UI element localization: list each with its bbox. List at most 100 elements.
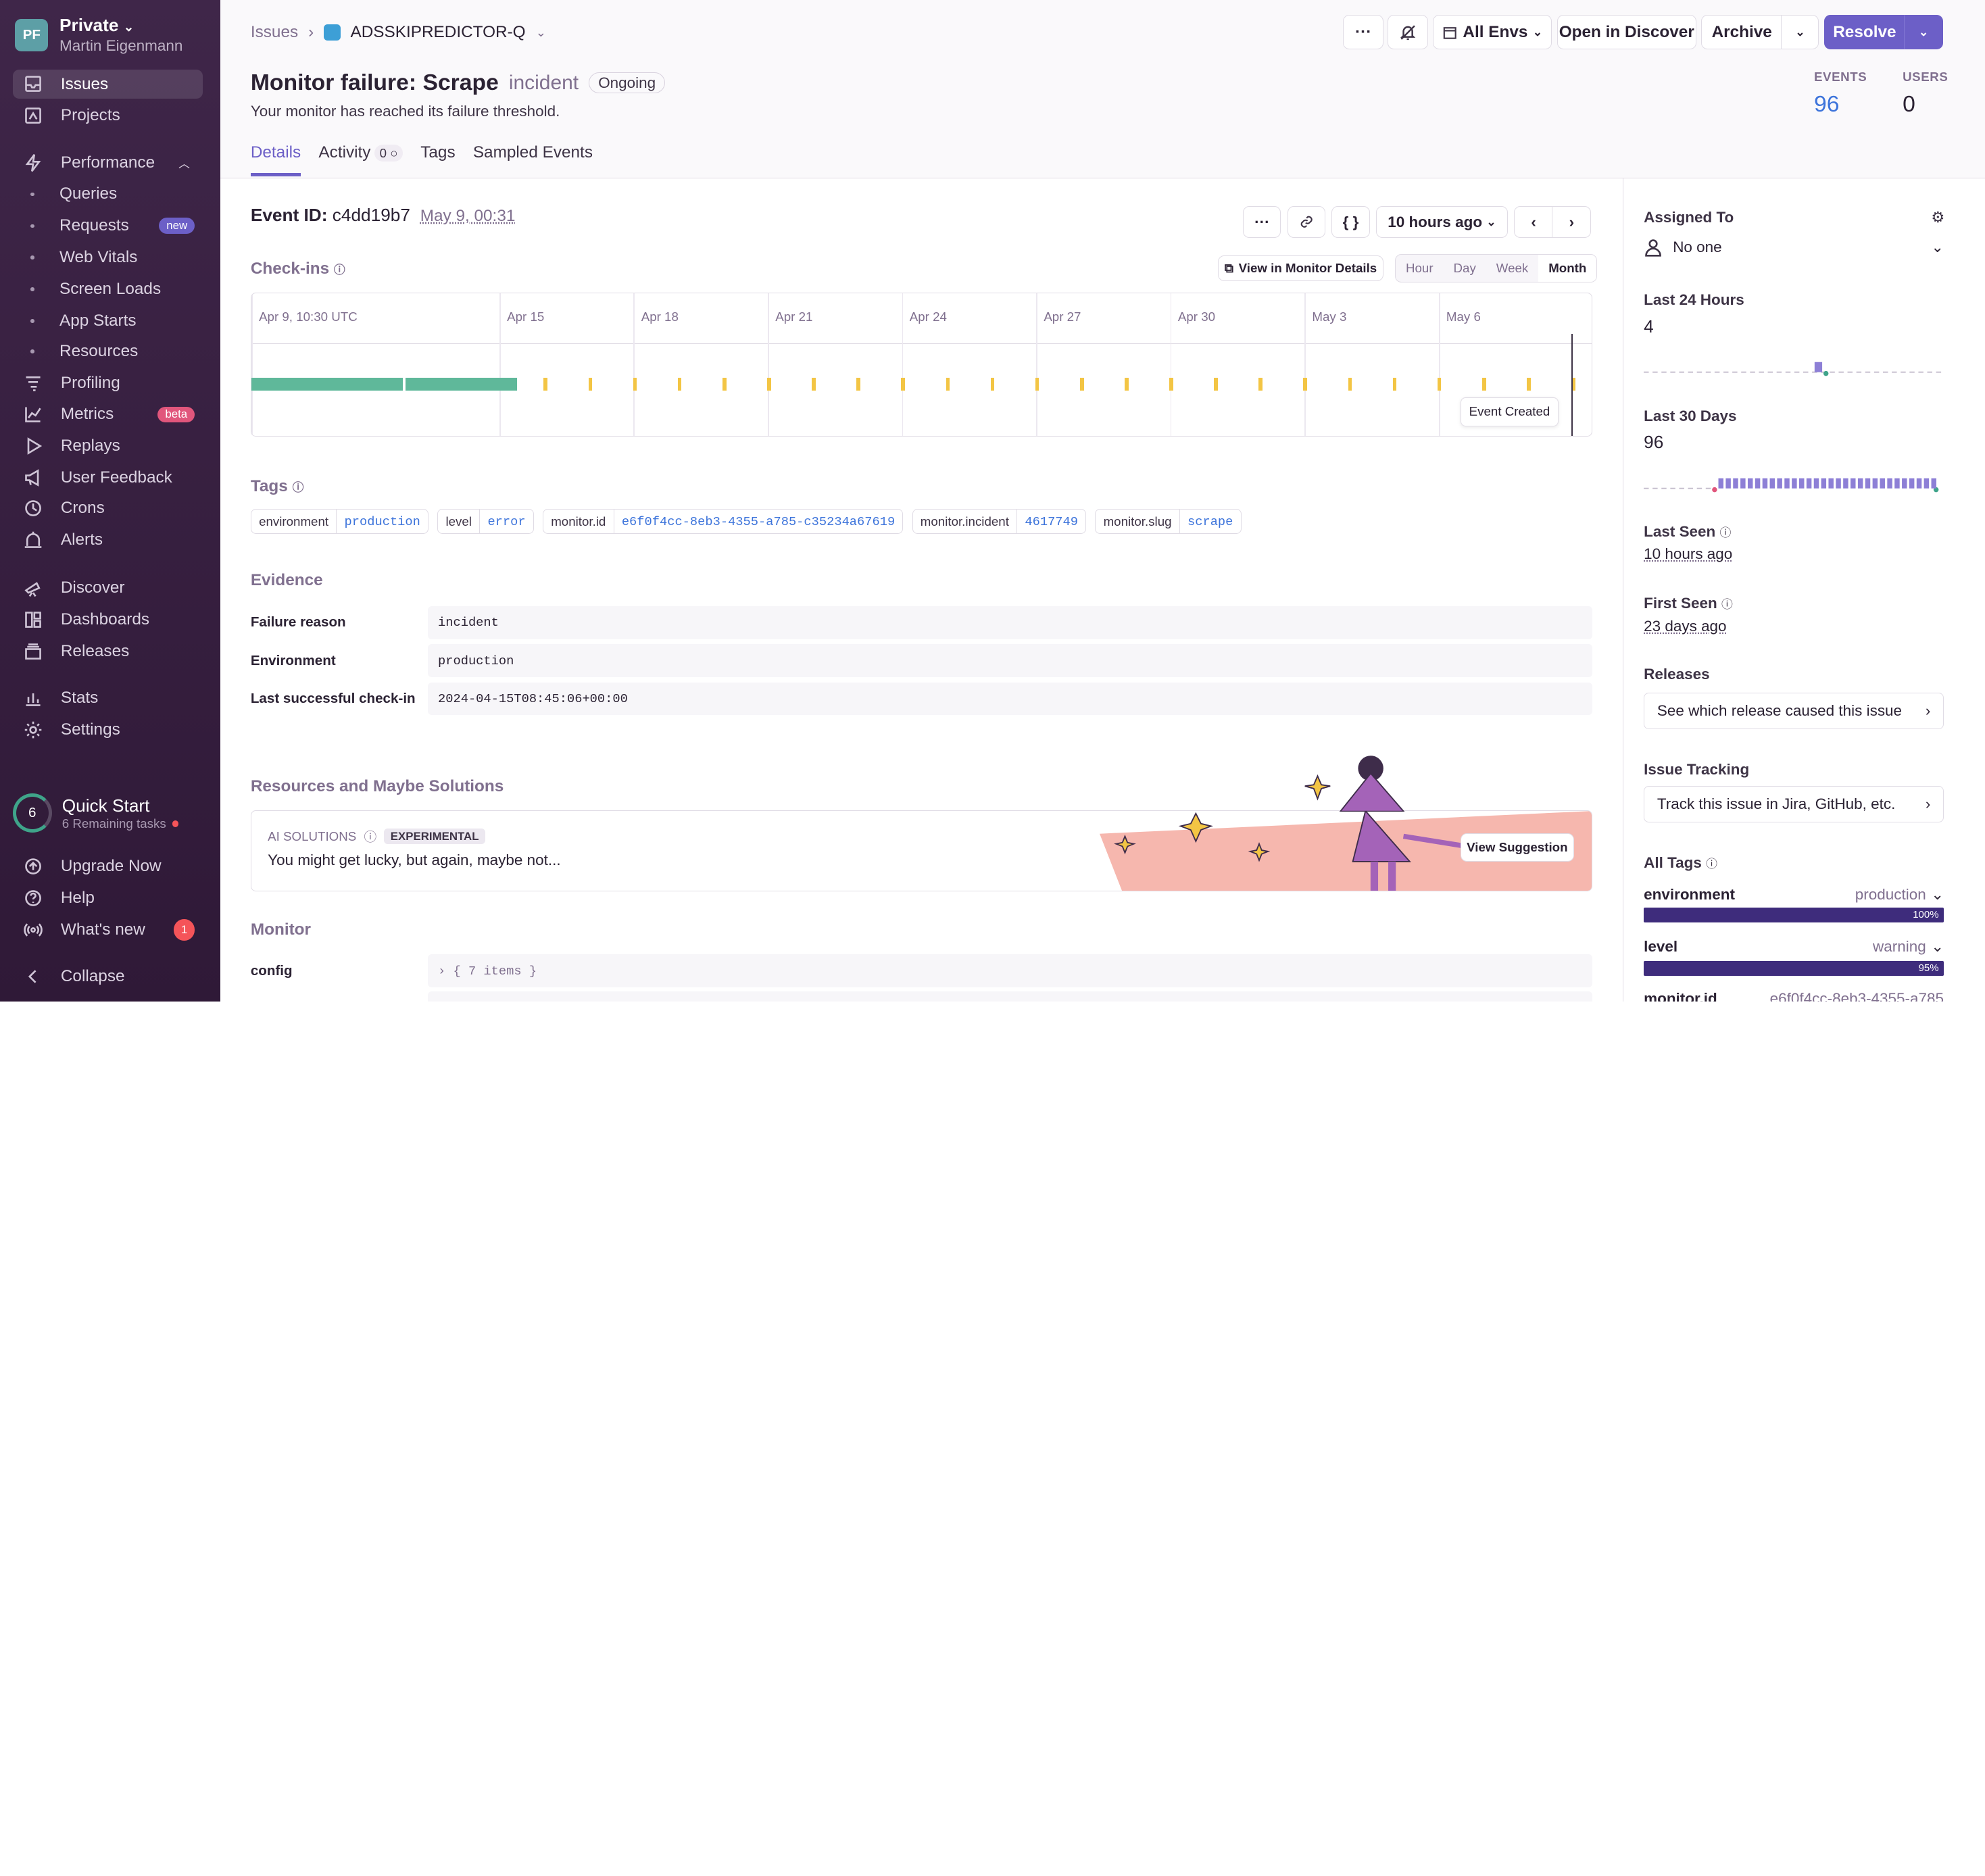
- archive-button[interactable]: Archive: [1701, 15, 1783, 50]
- sidebar-item-crons[interactable]: Crons: [13, 493, 203, 522]
- sidebar-item-settings[interactable]: Settings: [13, 715, 203, 744]
- checkin-error-tick[interactable]: [543, 378, 548, 391]
- checkin-error-tick[interactable]: [633, 378, 637, 391]
- events-count[interactable]: 96: [1814, 91, 1840, 118]
- checkin-error-tick[interactable]: [1035, 378, 1039, 391]
- sidebar-item-web-vitals[interactable]: Web Vitals: [13, 243, 203, 272]
- sidebar-item-whats-new[interactable]: What's new 1: [13, 915, 203, 944]
- tag-value[interactable]: error: [479, 509, 533, 534]
- event-id-label: Event ID:: [250, 205, 328, 226]
- checkin-error-tick[interactable]: [588, 378, 593, 391]
- sidebar-item-user-feedback[interactable]: User Feedback: [13, 464, 203, 493]
- checkin-error-tick[interactable]: [990, 378, 995, 391]
- environment-selector[interactable]: All Envs ⌄: [1433, 15, 1552, 50]
- checkin-error-tick[interactable]: [1437, 378, 1442, 391]
- checkin-error-tick[interactable]: [1527, 378, 1531, 391]
- breadcrumb-project[interactable]: ADSSKIPREDICTOR-Q: [351, 23, 526, 42]
- resolve-button[interactable]: Resolve: [1823, 15, 1905, 50]
- sidebar-item-profiling[interactable]: Profiling: [13, 368, 203, 397]
- next-event-button[interactable]: ›: [1552, 206, 1592, 239]
- view-in-monitor-details-button[interactable]: ⧉ View in Monitor Details: [1217, 255, 1384, 281]
- checkin-error-tick[interactable]: [1125, 378, 1129, 391]
- sidebar-item-discover[interactable]: Discover: [13, 573, 203, 602]
- tab-sampled-events[interactable]: Sampled Events: [473, 143, 593, 177]
- tag-chip[interactable]: monitor.incident 4617749: [912, 508, 1087, 535]
- sidebar-collapse[interactable]: Collapse: [13, 962, 203, 991]
- issue-subtitle: incident: [508, 71, 579, 94]
- sidebar-item-stats[interactable]: Stats: [13, 683, 203, 712]
- sidebar-item-help[interactable]: Help: [13, 883, 203, 912]
- releases-button[interactable]: See which release caused this issue ›: [1644, 692, 1944, 729]
- tag-row-level[interactable]: level warning ⌄: [1644, 938, 1944, 956]
- checkin-error-tick[interactable]: [1258, 378, 1263, 391]
- tag-chip[interactable]: monitor.slug scrape: [1095, 508, 1242, 535]
- tag-chip[interactable]: environment production: [250, 508, 429, 535]
- sidebar-item-projects[interactable]: Projects: [13, 101, 203, 130]
- tag-value[interactable]: e6f0f4cc-8eb3-4355-a785-c35234a67619: [613, 509, 903, 534]
- checkin-ok-bar[interactable]: [405, 378, 518, 391]
- period-day[interactable]: Day: [1444, 255, 1486, 281]
- period-week[interactable]: Week: [1486, 255, 1538, 281]
- event-navigator-dropdown[interactable]: 10 hours ago ⌄: [1375, 206, 1508, 239]
- tag-value[interactable]: 4617749: [1016, 509, 1085, 534]
- checkin-error-tick[interactable]: [1392, 378, 1397, 391]
- sidebar-item-screen-loads[interactable]: Screen Loads: [13, 274, 203, 303]
- checkin-error-tick[interactable]: [1079, 378, 1084, 391]
- checkin-error-tick[interactable]: [1481, 378, 1486, 391]
- quick-start[interactable]: 6 Quick Start 6 Remaining tasks: [12, 793, 179, 833]
- assignee-selector[interactable]: No one ⌄: [1644, 238, 1944, 257]
- config-value[interactable]: › { 7 items }: [428, 954, 1593, 987]
- period-hour[interactable]: Hour: [1396, 255, 1444, 281]
- sidebar-item-performance[interactable]: Performance ︿: [13, 148, 203, 177]
- view-suggestion-button[interactable]: View Suggestion: [1460, 833, 1575, 862]
- sidebar-item-upgrade[interactable]: Upgrade Now: [13, 852, 203, 881]
- sidebar-item-queries[interactable]: Queries: [13, 180, 203, 209]
- checkin-error-tick[interactable]: [1303, 378, 1308, 391]
- sidebar-item-app-starts[interactable]: App Starts: [13, 306, 203, 335]
- issue-tracking-button[interactable]: Track this issue in Jira, GitHub, etc. ›: [1644, 786, 1944, 823]
- checkin-error-tick[interactable]: [1169, 378, 1173, 391]
- sidebar-item-requests[interactable]: Requests new: [13, 212, 203, 241]
- event-more-button[interactable]: ···: [1243, 206, 1281, 239]
- tag-value[interactable]: production: [336, 509, 428, 534]
- sidebar-item-resources[interactable]: Resources: [13, 337, 203, 366]
- sidebar-item-dashboards[interactable]: Dashboards: [13, 605, 203, 634]
- org-switcher[interactable]: PF Private ⌄ Martin Eigenmann: [15, 15, 182, 55]
- tag-row-environment[interactable]: environment production ⌄: [1644, 886, 1944, 904]
- checkin-error-tick[interactable]: [812, 378, 816, 391]
- checkin-timeline[interactable]: Apr 9, 10:30 UTC Apr 15 Apr 18 Apr 21 Apr 24…: [250, 292, 1593, 437]
- sidebar-item-alerts[interactable]: Alerts: [13, 525, 203, 554]
- tag-chip[interactable]: monitor.id e6f0f4cc-8eb3-4355-a785-c35234…: [542, 508, 904, 535]
- open-in-discover-button[interactable]: Open in Discover: [1557, 15, 1696, 50]
- org-name: Private: [59, 15, 119, 36]
- mute-button[interactable]: [1387, 15, 1428, 50]
- more-actions-button[interactable]: ···: [1343, 15, 1384, 50]
- period-month[interactable]: Month: [1538, 255, 1597, 282]
- tab-activity[interactable]: Activity 0 ○: [318, 143, 403, 177]
- checkin-ok-bar[interactable]: [251, 378, 403, 391]
- checkin-error-tick[interactable]: [946, 378, 950, 391]
- gear-icon[interactable]: ⚙: [1931, 209, 1944, 226]
- checkin-error-tick[interactable]: [1348, 378, 1352, 391]
- sidebar-item-replays[interactable]: Replays: [13, 432, 203, 461]
- tab-tags[interactable]: Tags: [420, 143, 455, 177]
- sidebar-item-metrics[interactable]: Metrics beta: [13, 400, 203, 429]
- tag-chip[interactable]: level error: [437, 508, 534, 535]
- sidebar-item-issues[interactable]: Issues: [12, 70, 203, 99]
- tab-details[interactable]: Details: [250, 143, 301, 177]
- previous-event-button[interactable]: ‹: [1514, 206, 1554, 239]
- copy-link-button[interactable]: [1287, 206, 1326, 239]
- checkin-error-tick[interactable]: [901, 378, 906, 391]
- resolve-dropdown-button[interactable]: ⌄: [1903, 15, 1944, 50]
- tag-row-monitor-id[interactable]: monitor.id e6f0f4cc-8eb3-4355-a785: [1644, 990, 1944, 1002]
- checkin-error-tick[interactable]: [1214, 378, 1218, 391]
- tag-value[interactable]: scrape: [1179, 509, 1241, 534]
- json-button[interactable]: { }: [1331, 206, 1370, 239]
- checkin-error-tick[interactable]: [856, 378, 860, 391]
- sidebar-item-releases[interactable]: Releases: [13, 637, 203, 666]
- breadcrumb-issues[interactable]: Issues: [251, 23, 298, 42]
- checkin-error-tick[interactable]: [722, 378, 727, 391]
- archive-dropdown-button[interactable]: ⌄: [1781, 15, 1819, 50]
- checkin-error-tick[interactable]: [677, 378, 682, 391]
- checkin-error-tick[interactable]: [767, 378, 771, 391]
